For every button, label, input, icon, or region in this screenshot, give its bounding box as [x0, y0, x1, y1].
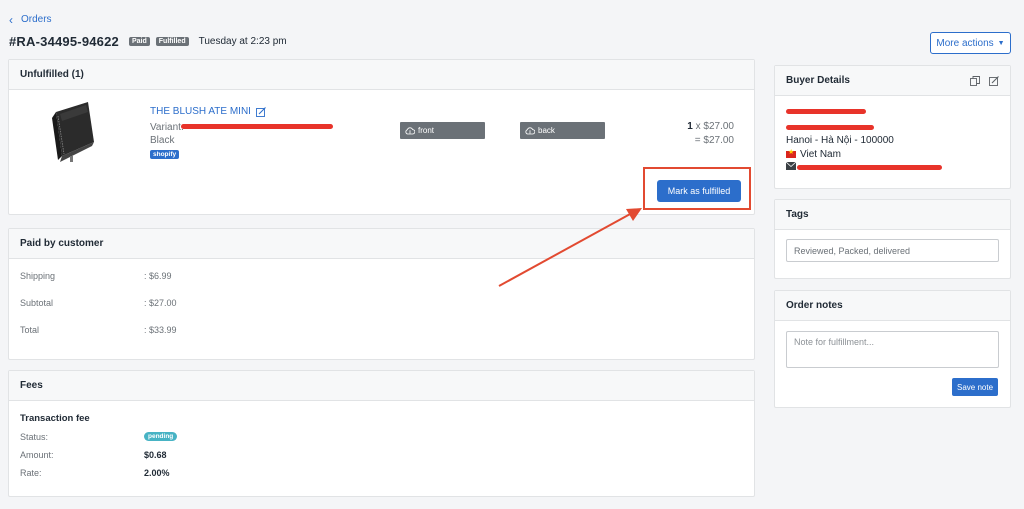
variant-color: Black	[150, 135, 175, 146]
design-front-label: front	[418, 126, 435, 135]
fee-rate-value: 2.00%	[144, 468, 170, 478]
mail-icon	[785, 161, 797, 170]
total-label: Total	[20, 325, 40, 335]
redacted-buyer-address	[786, 125, 874, 130]
fees-card: Fees	[8, 370, 755, 497]
fees-card-title: Fees	[9, 371, 754, 401]
order-notes-textarea[interactable]: Note for fulfillment...	[786, 331, 999, 368]
mark-as-fulfilled-button[interactable]: Mark as fulfilled	[657, 180, 741, 202]
subtotal-label: Subtotal	[20, 298, 54, 308]
fee-status-badge: pending	[144, 432, 178, 441]
paid-card-title: Paid by customer	[9, 229, 754, 259]
status-badge-paid: Paid	[128, 37, 150, 46]
variant-label: Variant:	[150, 122, 184, 133]
tags-input[interactable]: Reviewed, Packed, delivered	[786, 239, 999, 262]
more-actions-label: More actions	[936, 37, 994, 49]
chevron-left-icon: ‹	[9, 12, 13, 27]
transaction-fee-title: Transaction fee	[20, 413, 90, 424]
back-to-orders-link[interactable]: ‹ Orders	[9, 12, 52, 27]
buyer-country: Viet Nam	[786, 148, 841, 160]
buyer-email-row	[785, 161, 797, 173]
status-badge-fulfilled: Fulfilled	[155, 37, 189, 46]
design-back-button[interactable]: back	[520, 122, 605, 139]
redacted-buyer-name	[786, 109, 866, 114]
redacted-variant	[181, 124, 333, 129]
fee-amount-value: $0.68	[144, 450, 167, 460]
fee-status-label: Status:	[20, 432, 49, 442]
edit-icon[interactable]	[256, 106, 266, 117]
more-actions-button[interactable]: More actions ▼	[930, 32, 1011, 54]
product-name: THE BLUSH ATE MINI	[150, 106, 251, 117]
design-front-button[interactable]: front	[400, 122, 485, 139]
edit-icon[interactable]	[989, 75, 999, 86]
product-wallet-image	[52, 102, 94, 162]
redacted-buyer-email	[797, 165, 942, 170]
shipping-value: : $6.99	[144, 271, 172, 281]
cloud-upload-icon	[405, 126, 415, 134]
caret-down-icon: ▼	[997, 39, 1005, 47]
item-unit-price: x $27.00	[695, 121, 734, 132]
vietnam-flag-icon	[786, 148, 796, 158]
shipping-label: Shipping	[20, 271, 56, 281]
order-date: Tuesday at 2:23 pm	[198, 36, 287, 47]
fee-rate-label: Rate:	[20, 468, 42, 478]
total-value: : $33.99	[144, 325, 177, 335]
buyer-card-header: Buyer Details	[775, 66, 1010, 96]
product-title-link[interactable]: THE BLUSH ATE MINI	[150, 106, 266, 117]
design-back-label: back	[538, 126, 555, 135]
notes-card-title: Order notes	[775, 291, 1010, 321]
item-quantity-price: 1 x $27.00	[687, 121, 734, 132]
save-note-button[interactable]: Save note	[952, 378, 998, 396]
back-link-label: Orders	[21, 14, 52, 25]
order-header: #RA-34495-94622 Paid Fulfilled Tuesday a…	[9, 34, 287, 49]
unfulfilled-card-title: Unfulfilled (1)	[9, 60, 754, 90]
paid-by-customer-card: Paid by customer	[8, 228, 755, 360]
buyer-city-line: Hanoi - Hà Nội - 100000	[786, 135, 894, 146]
item-quantity: 1	[687, 121, 693, 132]
cloud-upload-icon	[525, 126, 535, 134]
source-badge: shopify	[150, 150, 180, 159]
tags-card-title: Tags	[775, 200, 1010, 230]
subtotal-value: : $27.00	[144, 298, 177, 308]
order-id: #RA-34495-94622	[9, 34, 119, 49]
copy-icon[interactable]	[970, 75, 980, 86]
fee-amount-label: Amount:	[20, 450, 54, 460]
buyer-country-name: Viet Nam	[800, 149, 841, 160]
item-line-total: = $27.00	[694, 135, 734, 146]
buyer-card-title: Buyer Details	[786, 75, 850, 86]
